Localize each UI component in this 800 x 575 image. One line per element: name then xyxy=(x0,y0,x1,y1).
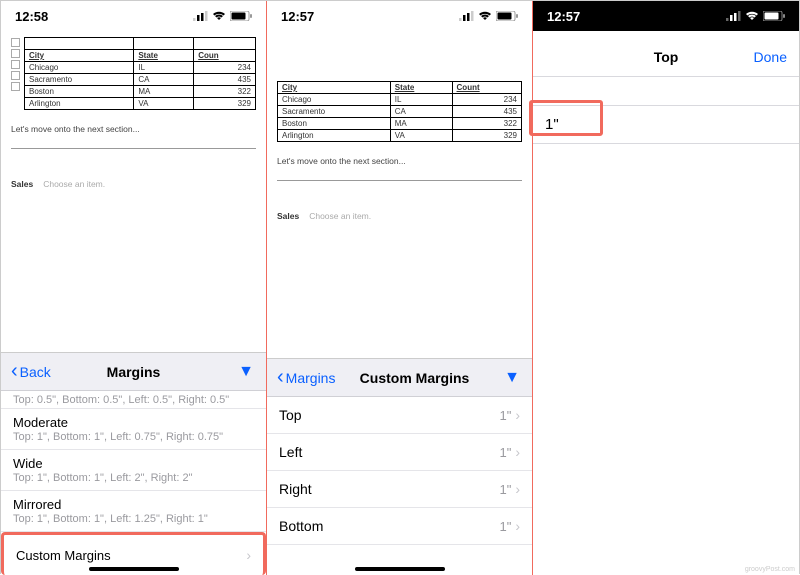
nav-bar: Top Done xyxy=(533,37,799,77)
wifi-icon xyxy=(478,11,492,21)
table-row: ChicagoIL234 xyxy=(25,62,256,74)
back-button[interactable]: Margins xyxy=(286,370,336,386)
col-city: City xyxy=(25,50,134,62)
margin-right-row[interactable]: Right 1"› xyxy=(267,471,532,508)
divider xyxy=(11,148,256,149)
chevron-right-icon: › xyxy=(515,407,520,423)
status-icons xyxy=(459,11,518,21)
margin-option-mirrored[interactable]: Mirrored Top: 1", Bottom: 1", Left: 1.25… xyxy=(1,491,266,532)
chevron-left-icon[interactable]: ‹ xyxy=(11,360,18,383)
col-state: State xyxy=(134,50,194,62)
table-row: BostonMA322 xyxy=(278,118,522,130)
margin-option-moderate[interactable]: Moderate Top: 1", Bottom: 1", Left: 0.75… xyxy=(1,409,266,450)
screenshot-top-value: 12:57 Top Done 1" groovyPost.com xyxy=(533,1,799,575)
paragraph: Let's move onto the next section... xyxy=(11,124,256,134)
checkbox[interactable] xyxy=(11,82,20,91)
home-indicator[interactable] xyxy=(89,567,179,571)
status-time: 12:58 xyxy=(15,9,48,24)
custom-margins-sheet: ‹ Margins Custom Margins ▼ Top 1"› Left … xyxy=(267,358,532,575)
table-row: ChicagoIL234 xyxy=(278,94,522,106)
done-button[interactable]: Done xyxy=(754,49,787,65)
margin-values-list: Top 1"› Left 1"› Right 1"› Bottom 1"› xyxy=(267,397,532,575)
sheet-header: ‹ Margins Custom Margins ▼ xyxy=(267,359,532,397)
status-bar: 12:57 xyxy=(533,1,799,31)
document-area: City State Count ChicagoIL234 Sacramento… xyxy=(267,31,532,221)
highlight-box xyxy=(529,100,603,136)
col-state: State xyxy=(390,82,452,94)
value-input-row[interactable]: 1" xyxy=(533,105,799,144)
status-bar: 12:57 xyxy=(267,1,532,31)
wifi-icon xyxy=(212,11,226,21)
col-count: Count xyxy=(452,82,521,94)
checkbox-column xyxy=(11,37,20,91)
chevron-down-icon[interactable]: ▼ xyxy=(238,363,254,381)
checkbox[interactable] xyxy=(11,60,20,69)
checkbox[interactable] xyxy=(11,38,20,47)
margin-top-row[interactable]: Top 1"› xyxy=(267,397,532,434)
home-indicator[interactable] xyxy=(355,567,445,571)
cellular-icon xyxy=(193,11,208,21)
table-row: ArlingtonVA329 xyxy=(278,130,522,142)
battery-icon xyxy=(496,11,518,21)
margin-options: Top: 0.5", Bottom: 0.5", Left: 0.5", Rig… xyxy=(1,391,266,575)
option-truncated: Top: 0.5", Bottom: 0.5", Left: 0.5", Rig… xyxy=(13,394,254,406)
status-time: 12:57 xyxy=(281,9,314,24)
status-icons xyxy=(193,11,252,21)
screenshot-custom-margins: 12:57 City State Count Ch xyxy=(267,1,533,575)
table-row: BostonMA322 xyxy=(25,86,256,98)
back-button[interactable]: Back xyxy=(20,364,51,380)
margin-bottom-row[interactable]: Bottom 1"› xyxy=(267,508,532,545)
chevron-right-icon: › xyxy=(515,518,520,534)
screenshot-margins-list: 12:58 xyxy=(1,1,267,575)
table-row: SacramentoCA435 xyxy=(278,106,522,118)
sales-value[interactable]: Choose an item. xyxy=(309,211,371,221)
checkbox[interactable] xyxy=(11,49,20,58)
chevron-right-icon: › xyxy=(515,444,520,460)
wifi-icon xyxy=(745,11,759,21)
nav-title: Top xyxy=(654,49,679,65)
chevron-left-icon[interactable]: ‹ xyxy=(277,366,284,389)
checkbox[interactable] xyxy=(11,71,20,80)
cellular-icon xyxy=(726,11,741,21)
chevron-down-icon[interactable]: ▼ xyxy=(504,369,520,387)
chevron-right-icon: › xyxy=(246,547,251,563)
col-count: Coun xyxy=(194,50,256,62)
col-city: City xyxy=(278,82,391,94)
value-input[interactable]: 1" xyxy=(545,116,559,133)
table-row: ArlingtonVA329 xyxy=(25,98,256,110)
chevron-right-icon: › xyxy=(515,481,520,497)
cellular-icon xyxy=(459,11,474,21)
sales-label: Sales xyxy=(11,179,33,189)
margins-sheet: ‹ Back Margins ▼ Top: 0.5", Bottom: 0.5"… xyxy=(1,352,266,575)
margin-option-wide[interactable]: Wide Top: 1", Bottom: 1", Left: 2", Righ… xyxy=(1,450,266,491)
divider xyxy=(277,180,522,181)
status-bar: 12:58 xyxy=(1,1,266,31)
data-table: City State Count ChicagoIL234 Sacramento… xyxy=(277,81,522,142)
data-table: City State Coun ChicagoIL234 SacramentoC… xyxy=(24,37,256,110)
watermark: groovyPost.com xyxy=(745,566,795,573)
paragraph: Let's move onto the next section... xyxy=(277,156,522,166)
table-row: SacramentoCA435 xyxy=(25,74,256,86)
document-area: City State Coun ChicagoIL234 SacramentoC… xyxy=(1,31,266,189)
sheet-header: ‹ Back Margins ▼ xyxy=(1,353,266,391)
battery-icon xyxy=(763,11,785,21)
margin-left-row[interactable]: Left 1"› xyxy=(267,434,532,471)
status-icons xyxy=(726,11,785,21)
battery-icon xyxy=(230,11,252,21)
status-time: 12:57 xyxy=(547,9,580,24)
sales-label: Sales xyxy=(277,211,299,221)
sales-value[interactable]: Choose an item. xyxy=(43,179,105,189)
